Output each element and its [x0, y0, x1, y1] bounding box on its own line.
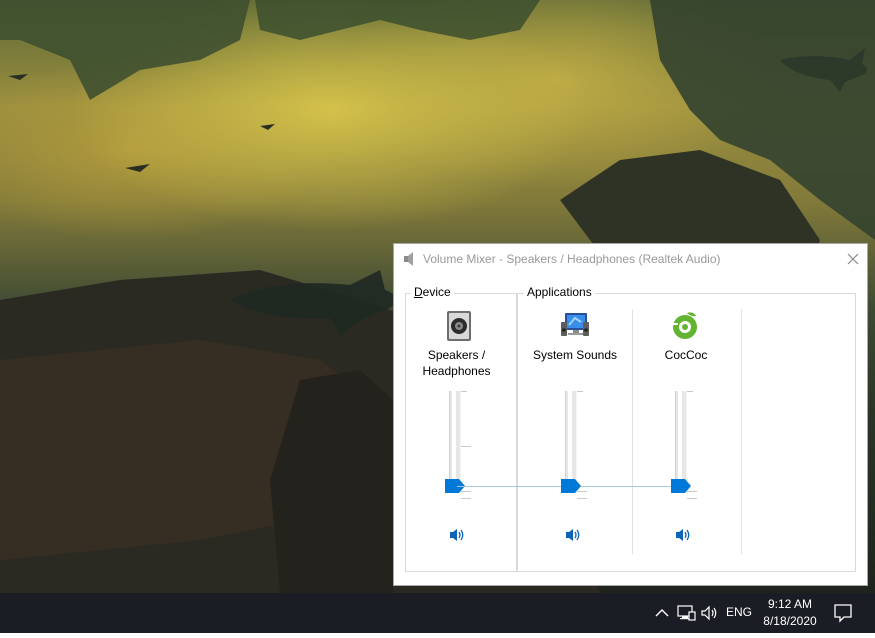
volume-mixer-window: Volume Mixer - Speakers / Headphones (Re… — [393, 243, 868, 586]
notification-icon — [834, 604, 852, 623]
close-icon — [847, 253, 859, 265]
coccoc-volume-track[interactable] — [675, 391, 687, 491]
network-icon[interactable] — [676, 603, 696, 623]
system-sounds-volume-track[interactable] — [565, 391, 577, 491]
language-indicator[interactable]: ENG — [726, 605, 752, 619]
system-sounds-volume-slider[interactable] — [561, 479, 581, 493]
column-separator — [632, 309, 633, 554]
coccoc-volume-slider[interactable] — [671, 479, 691, 493]
close-button[interactable] — [841, 248, 865, 270]
device-group-label: Device — [411, 285, 454, 299]
system-sounds-mute-button[interactable] — [565, 527, 583, 543]
speaker-device-icon[interactable] — [443, 310, 475, 342]
device-volume-track[interactable] — [449, 391, 461, 491]
system-sounds-icon[interactable] — [559, 310, 591, 342]
clock-time[interactable]: 9:12 AM — [765, 597, 815, 611]
device-name-line1: Speakers / — [427, 348, 486, 362]
notification-center-button[interactable] — [826, 593, 860, 633]
clock-date[interactable]: 8/18/2020 — [758, 614, 822, 628]
coccoc-icon[interactable] — [669, 310, 701, 342]
volume-icon[interactable] — [700, 603, 720, 623]
coccoc-mute-button[interactable] — [675, 527, 693, 543]
applications-group-label: Applications — [524, 285, 595, 299]
column-separator — [741, 309, 742, 554]
coccoc-label: CocCoc — [664, 348, 708, 362]
window-title: Volume Mixer - Speakers / Headphones (Re… — [423, 252, 721, 266]
device-name-line2: Headphones — [422, 364, 491, 378]
taskbar: ENG 9:12 AM 8/18/2020 — [0, 593, 875, 633]
system-sounds-label: System Sounds — [532, 348, 618, 362]
speaker-icon — [404, 252, 413, 266]
device-channel-label: Speakers / Headphones — [412, 347, 501, 379]
chevron-up-icon[interactable] — [652, 603, 672, 623]
device-mute-button[interactable] — [449, 527, 467, 543]
